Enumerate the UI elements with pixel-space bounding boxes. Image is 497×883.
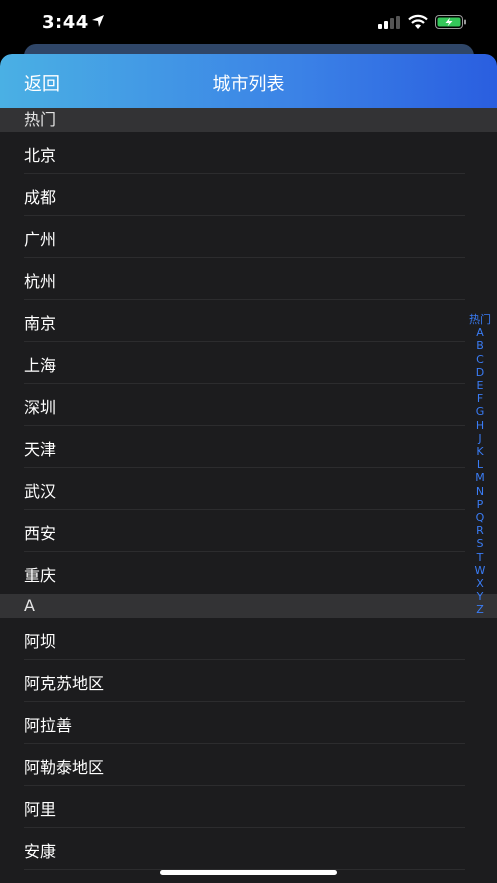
city-row[interactable]: 重庆 bbox=[0, 552, 497, 594]
city-name: 上海 bbox=[24, 356, 57, 375]
city-name: 成都 bbox=[24, 188, 57, 207]
section-index-bar[interactable]: 热门 A B C D E F G H J K L M N P Q R S T W… bbox=[467, 313, 493, 617]
index-item-q[interactable]: Q bbox=[467, 511, 493, 524]
city-name: 阿勒泰地区 bbox=[24, 758, 105, 777]
index-item-m[interactable]: M bbox=[467, 471, 493, 484]
city-name: 西安 bbox=[24, 524, 57, 543]
index-item-s[interactable]: S bbox=[467, 537, 493, 550]
city-row[interactable]: 阿勒泰地区 bbox=[0, 744, 497, 786]
index-item-y[interactable]: Y bbox=[467, 590, 493, 603]
city-name: 杭州 bbox=[24, 272, 57, 291]
index-item-l[interactable]: L bbox=[467, 458, 493, 471]
status-bar: 3:44 bbox=[0, 0, 497, 46]
city-name: 天津 bbox=[24, 440, 57, 459]
index-item-hot[interactable]: 热门 bbox=[467, 313, 493, 326]
index-item-x[interactable]: X bbox=[467, 577, 493, 590]
city-row[interactable]: 阿克苏地区 bbox=[0, 660, 497, 702]
location-arrow-icon bbox=[92, 15, 104, 27]
navigation-bar: 返回 城市列表 bbox=[0, 54, 497, 108]
index-item-d[interactable]: D bbox=[467, 366, 493, 379]
battery-charging-icon bbox=[435, 15, 466, 29]
index-item-k[interactable]: K bbox=[467, 445, 493, 458]
city-row[interactable]: 天津 bbox=[0, 426, 497, 468]
city-row[interactable]: 杭州 bbox=[0, 258, 497, 300]
index-item-g[interactable]: G bbox=[467, 405, 493, 418]
city-row[interactable]: 深圳 bbox=[0, 384, 497, 426]
city-row[interactable]: 阿拉善 bbox=[0, 702, 497, 744]
city-row[interactable]: 安康 bbox=[0, 828, 497, 870]
city-row[interactable]: 阿里 bbox=[0, 786, 497, 828]
index-item-c[interactable]: C bbox=[467, 353, 493, 366]
city-name: 阿里 bbox=[24, 800, 57, 819]
city-name: 广州 bbox=[24, 230, 57, 249]
city-row[interactable]: 成都 bbox=[0, 174, 497, 216]
city-row[interactable]: 南京 bbox=[0, 300, 497, 342]
cellular-signal-icon bbox=[378, 16, 400, 29]
home-indicator[interactable] bbox=[160, 870, 337, 875]
section-header-hot: 热门 bbox=[0, 108, 497, 132]
section-header-a: A bbox=[0, 594, 497, 618]
city-name: 阿拉善 bbox=[24, 716, 73, 735]
index-item-b[interactable]: B bbox=[467, 339, 493, 352]
city-name: 武汉 bbox=[24, 482, 57, 501]
city-name: 南京 bbox=[24, 314, 57, 333]
city-row[interactable]: 北京 bbox=[0, 132, 497, 174]
index-item-e[interactable]: E bbox=[467, 379, 493, 392]
city-name: 深圳 bbox=[24, 398, 57, 417]
index-item-n[interactable]: N bbox=[467, 485, 493, 498]
status-time: 3:44 bbox=[42, 12, 89, 33]
city-row[interactable]: 西安 bbox=[0, 510, 497, 552]
city-list-sheet: 返回 城市列表 热门 北京 成都 广州 杭州 南京 上海 深圳 天津 武汉 西安… bbox=[0, 54, 497, 883]
index-item-z[interactable]: Z bbox=[467, 603, 493, 616]
index-item-j[interactable]: J bbox=[467, 432, 493, 445]
page-title: 城市列表 bbox=[212, 74, 285, 95]
index-item-h[interactable]: H bbox=[467, 419, 493, 432]
city-name: 安康 bbox=[24, 842, 57, 861]
index-item-a[interactable]: A bbox=[467, 326, 493, 339]
index-item-f[interactable]: F bbox=[467, 392, 493, 405]
city-name: 阿坝 bbox=[24, 632, 57, 651]
city-name: 北京 bbox=[24, 146, 57, 165]
index-item-t[interactable]: T bbox=[467, 551, 493, 564]
wifi-icon bbox=[408, 14, 428, 29]
city-list[interactable]: 热门 北京 成都 广州 杭州 南京 上海 深圳 天津 武汉 西安 重庆 A 阿坝… bbox=[0, 108, 497, 870]
city-row[interactable]: 武汉 bbox=[0, 468, 497, 510]
index-item-w[interactable]: W bbox=[467, 564, 493, 577]
city-name: 重庆 bbox=[24, 566, 57, 585]
city-row[interactable]: 阿坝 bbox=[0, 618, 497, 660]
city-row[interactable]: 上海 bbox=[0, 342, 497, 384]
index-item-p[interactable]: P bbox=[467, 498, 493, 511]
index-item-r[interactable]: R bbox=[467, 524, 493, 537]
city-row[interactable]: 广州 bbox=[0, 216, 497, 258]
city-name: 阿克苏地区 bbox=[24, 674, 105, 693]
